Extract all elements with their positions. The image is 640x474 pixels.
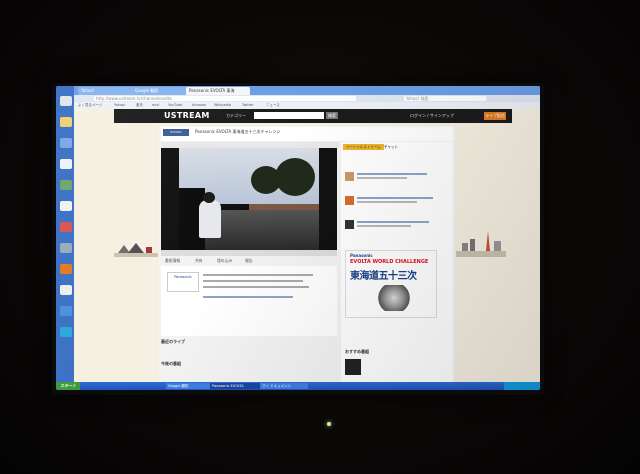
description-text xyxy=(203,296,293,298)
bookmarks-bar: よく見るページ Yahoo! 楽天 mixi YouTube Amazon Wi… xyxy=(74,102,540,109)
tab-share[interactable]: 共有 xyxy=(195,258,203,264)
bookmark-item[interactable]: Wikipedia xyxy=(214,103,231,108)
program-icon[interactable] xyxy=(60,285,72,295)
video-player[interactable] xyxy=(161,148,337,250)
avatar xyxy=(345,196,354,205)
walking-person xyxy=(199,200,221,238)
bookmark-item[interactable]: ニュース xyxy=(266,103,280,108)
browser-tab[interactable]: Google 翻訳 xyxy=(132,87,188,95)
bookmark-item[interactable]: Yahoo! xyxy=(114,103,126,108)
panasonic-evolta-ad[interactable]: Panasonic EVOLTA WORLD CHALLENGE 東海道五十三次 xyxy=(345,250,437,318)
url-input[interactable]: http://www.ustream.tv/channel/evolta xyxy=(94,96,356,101)
channel-description: Panasonic xyxy=(161,266,337,336)
program-icon[interactable] xyxy=(60,306,72,316)
tab-chat[interactable]: チャット xyxy=(381,144,401,150)
bookmark-item[interactable]: Twitter xyxy=(242,103,254,108)
desktop-icons xyxy=(56,96,76,348)
ustream-header: USTREAM カテゴリー 検索 ログイン / サインアップ ライブ配信 xyxy=(114,109,512,123)
channel-header: EVOLTA Panasonic EVOLTA 東海道五十三次チャレンジ xyxy=(161,127,453,141)
program-icon[interactable] xyxy=(60,327,72,337)
person-head xyxy=(203,192,215,203)
power-led xyxy=(327,422,331,426)
avatar xyxy=(345,172,354,181)
tab-report[interactable]: 報告 xyxy=(245,258,253,264)
player-controls[interactable] xyxy=(161,250,337,256)
chat-text xyxy=(357,197,433,199)
login-link[interactable]: ログイン / サインアップ xyxy=(410,113,454,119)
ustream-search-input[interactable] xyxy=(254,112,324,119)
description-text xyxy=(203,280,303,282)
program-icon[interactable] xyxy=(60,264,72,274)
channel-content: EVOLTA Panasonic EVOLTA 東海道五十三次チャレンジ 番組情… xyxy=(159,125,455,382)
go-live-button[interactable]: ライブ配信 xyxy=(484,112,506,120)
taskbar-item[interactable]: Google 翻訳 xyxy=(166,383,210,389)
network-icon[interactable] xyxy=(60,180,72,190)
category-menu[interactable]: カテゴリー xyxy=(226,113,246,119)
start-button[interactable]: スタート xyxy=(56,382,80,390)
channel-title: Panasonic EVOLTA 東海道五十三次チャレンジ xyxy=(195,129,281,134)
ad-title: 東海道五十三次 xyxy=(350,271,417,282)
ad-brand: Panasonic xyxy=(350,253,373,258)
evolta-robot-image xyxy=(376,285,412,311)
chat-message xyxy=(345,196,445,205)
taskbar-item[interactable]: マイ ドキュメント xyxy=(260,383,308,389)
bookmark-item[interactable]: Amazon xyxy=(192,103,206,108)
channel-logo[interactable]: EVOLTA xyxy=(163,129,189,136)
chat-text xyxy=(357,221,429,223)
taskbar-item-active[interactable]: Panasonic EVOLTA xyxy=(210,383,260,389)
bookmark-item[interactable]: mixi xyxy=(152,103,159,108)
scenery-illustration-left xyxy=(114,243,158,257)
address-bar: http://www.ustream.tv/channel/evolta Yah… xyxy=(74,95,540,102)
browser-tab-active[interactable]: Panasonic EVOLTA 東海 xyxy=(186,87,250,95)
social-sidebar: ソーシャルストリーム チャット Panasonic EVOLTA WORLD C… xyxy=(341,142,453,382)
document-icon[interactable] xyxy=(60,159,72,169)
recommended-thumbnail[interactable] xyxy=(345,359,361,375)
bookmark-item[interactable]: よく見るページ xyxy=(78,103,102,108)
description-text xyxy=(203,274,313,276)
recommended-title: おすすめ番組 xyxy=(345,349,369,354)
program-icon[interactable] xyxy=(60,222,72,232)
ustream-search-button[interactable]: 検索 xyxy=(326,112,338,119)
recommended-panel: おすすめ番組 xyxy=(341,347,453,381)
panasonic-thumbnail[interactable]: Panasonic xyxy=(167,272,199,292)
monitor-screen: Yahoo! Google 翻訳 Panasonic EVOLTA 東海 htt… xyxy=(56,86,540,390)
tab-info[interactable]: 番組情報 xyxy=(165,258,180,264)
tab-embed[interactable]: 埋め込み xyxy=(217,258,232,264)
avatar xyxy=(345,220,354,229)
description-text xyxy=(203,286,309,288)
section-upcoming: 今後の番組 xyxy=(161,361,181,366)
bookmark-item[interactable]: YouTube xyxy=(168,103,182,108)
folder-icon[interactable] xyxy=(60,117,72,127)
scenery-illustration-right xyxy=(456,231,506,257)
recycle-bin-icon[interactable] xyxy=(60,96,72,106)
player-tabs: 番組情報 共有 埋め込み 報告 xyxy=(161,258,337,264)
ustream-logo[interactable]: USTREAM xyxy=(164,111,210,120)
taskbar: スタート Google 翻訳 Panasonic EVOLTA マイ ドキュメン… xyxy=(56,382,540,390)
browser-window: Yahoo! Google 翻訳 Panasonic EVOLTA 東海 htt… xyxy=(74,86,540,382)
ad-campaign: EVOLTA WORLD CHALLENGE xyxy=(350,259,429,265)
tree xyxy=(275,158,315,196)
chat-message xyxy=(345,220,445,229)
video-frame xyxy=(179,148,319,250)
browser-tab[interactable]: Yahoo! xyxy=(78,87,134,95)
chat-text xyxy=(357,177,407,179)
program-icon[interactable] xyxy=(60,138,72,148)
chat-text xyxy=(357,201,417,203)
bookmark-item[interactable]: 楽天 xyxy=(136,103,143,108)
browser-search-input[interactable]: Yahoo! 検索 xyxy=(404,96,486,101)
system-tray xyxy=(504,382,540,390)
document-icon[interactable] xyxy=(60,201,72,211)
chat-text xyxy=(357,173,427,175)
ustream-page: USTREAM カテゴリー 検索 ログイン / サインアップ ライブ配信 EVO… xyxy=(74,109,540,382)
browser-tab-bar: Yahoo! Google 翻訳 Panasonic EVOLTA 東海 xyxy=(74,86,540,95)
program-icon[interactable] xyxy=(60,243,72,253)
section-recent-live: 最近のライブ xyxy=(161,339,185,344)
chat-message xyxy=(345,172,445,181)
tab-social-stream[interactable]: ソーシャルストリーム xyxy=(343,144,384,150)
chat-text xyxy=(357,225,411,227)
